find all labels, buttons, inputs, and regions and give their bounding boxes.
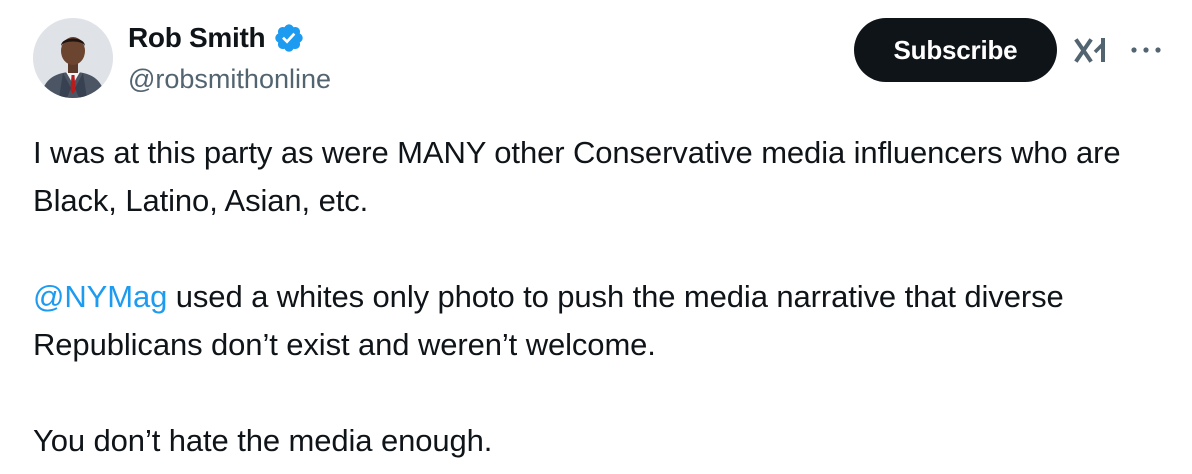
grok-icon[interactable]: [1072, 30, 1112, 70]
tweet-text: I was at this party as were MANY other C…: [33, 129, 1153, 465]
tweet-paragraph-2: @NYMag used a whites only photo to push …: [33, 273, 1153, 369]
tweet-card: Rob Smith @robsmithonline Subscribe I wa…: [0, 0, 1192, 474]
tweet-paragraph-3: You don’t hate the media enough.: [33, 423, 493, 458]
author-name-row: Rob Smith: [128, 20, 305, 56]
verified-badge-icon[interactable]: [273, 22, 305, 54]
subscribe-button[interactable]: Subscribe: [854, 18, 1057, 82]
avatar[interactable]: [33, 18, 113, 98]
mention-link[interactable]: @NYMag: [33, 279, 167, 314]
author-display-name[interactable]: Rob Smith: [128, 20, 266, 56]
avatar-image: [33, 18, 113, 98]
tweet-paragraph-2-text: used a whites only photo to push the med…: [33, 279, 1064, 362]
ellipsis-icon: [1131, 47, 1161, 53]
grok-logo-icon: [1074, 38, 1105, 63]
author-handle[interactable]: @robsmithonline: [128, 62, 331, 96]
more-options-icon[interactable]: [1126, 30, 1166, 70]
tweet-paragraph-1: I was at this party as were MANY other C…: [33, 135, 1121, 218]
